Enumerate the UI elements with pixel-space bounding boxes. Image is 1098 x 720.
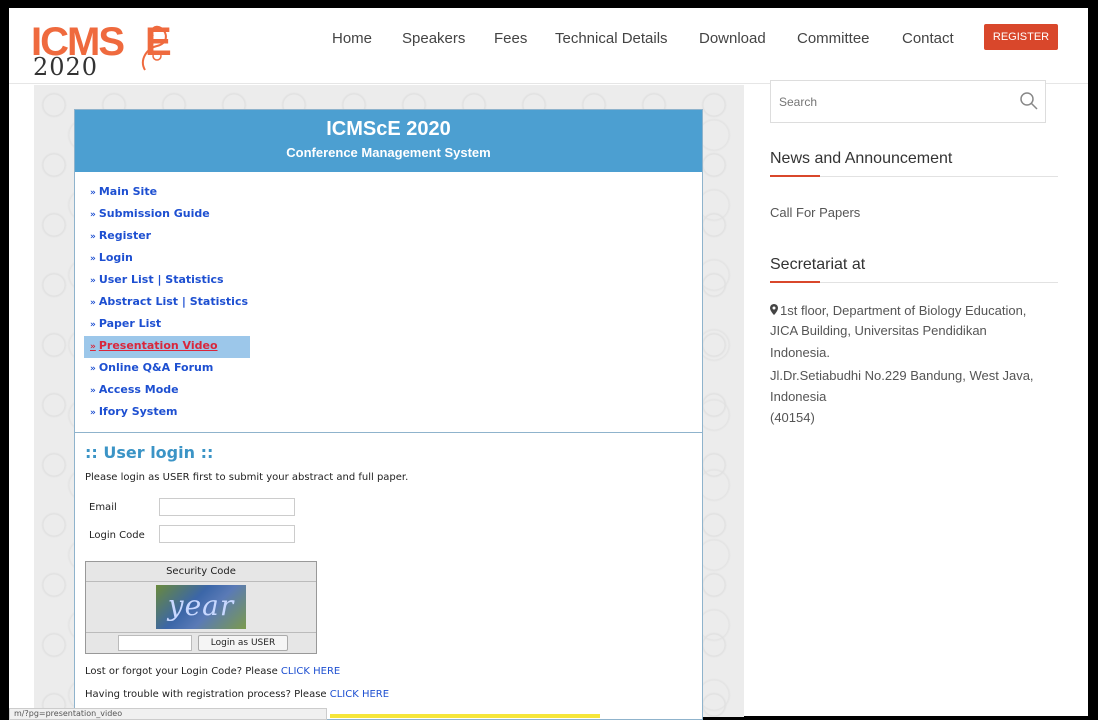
lost-code-line: Lost or forgot your Login Code? Please C… [85,666,340,677]
highlight-bar [330,714,600,718]
chevron-right-icon: » [90,386,96,396]
menu-label: Paper List [98,317,162,330]
login-code-field[interactable] [159,525,295,543]
menu-user-list[interactable]: » User List | Statistics [84,270,250,292]
menu-label: Presentation Video [98,339,218,352]
nav-home[interactable]: Home [332,30,372,47]
search-icon[interactable] [1019,91,1039,111]
news-heading: News and Announcement [770,150,953,167]
screen-frame-right [1088,0,1098,720]
chevron-right-icon: » [90,254,96,264]
logo-swirl-icon [141,25,167,71]
secretariat-rule-accent [770,281,820,283]
security-code-label: Security Code [86,562,316,582]
menu-label: Login [98,251,133,264]
chevron-right-icon: » [90,342,96,352]
chevron-right-icon: » [90,408,96,418]
login-code-label: Login Code [89,530,145,541]
captcha-footer: Login as USER [86,632,316,653]
address-line-6: (40154) [770,410,815,425]
nav-speakers[interactable]: Speakers [402,30,465,47]
registration-help-link[interactable]: CLICK HERE [330,689,389,700]
chevron-right-icon: » [90,320,96,330]
screen-frame-top [0,0,1098,8]
menu-online-qa-forum[interactable]: » Online Q&A Forum [84,358,250,380]
search-input[interactable] [779,93,1009,111]
email-field[interactable] [159,498,295,516]
captcha-box: Security Code year Login as USER [85,561,317,654]
menu-label: Online Q&A Forum [98,361,214,374]
email-label: Email [89,502,117,513]
logo-year: 2020 [33,53,99,81]
registration-help-text: Having trouble with registration process… [85,689,330,700]
address-line-4: Jl.Dr.Setiabudhi No.229 Bandung, West Ja… [770,368,1034,383]
registration-help-line: Having trouble with registration process… [85,689,389,700]
site-logo[interactable]: ICMS E 2020 [31,20,181,80]
browser-status-bar: m/?pg=presentation_video [9,708,327,720]
menu-main-site[interactable]: » Main Site [84,182,250,204]
screen-frame-left [0,0,9,720]
secretariat-heading: Secretariat at [770,256,866,273]
menu-label: Submission Guide [98,207,210,220]
cms-title: ICMScE 2020 [326,118,451,140]
site-header: ICMS E 2020 Home Speakers Fees Technical … [9,8,1088,84]
address-line-5: Indonesia [770,389,827,404]
menu-abstract-list[interactable]: » Abstract List | Statistics [84,292,250,314]
menu-register[interactable]: » Register [84,226,250,248]
lost-code-text: Lost or forgot your Login Code? Please [85,666,281,677]
cms-subtitle: Conference Management System [286,145,491,160]
menu-ifory-system[interactable]: » Ifory System [84,402,250,424]
address-line-3: Indonesia. [770,345,830,360]
menu-label: Main Site [98,185,158,198]
nav-committee[interactable]: Committee [797,30,870,47]
address-line-1: 1st floor, Department of Biology Educati… [770,301,1026,321]
cms-panel: ICMScE 2020 Conference Management System… [74,109,703,720]
lost-code-link[interactable]: CLICK HERE [281,666,340,677]
login-instructions: Please login as USER first to submit you… [85,472,409,483]
section-divider [75,432,702,433]
menu-access-mode[interactable]: » Access Mode [84,380,250,402]
login-heading: :: User login :: [85,443,214,462]
menu-submission-guide[interactable]: » Submission Guide [84,204,250,226]
map-pin-icon [770,304,778,315]
captcha-text: year [167,589,235,622]
nav-fees[interactable]: Fees [494,30,527,47]
chevron-right-icon: » [90,276,96,286]
news-item-link[interactable]: Call For Papers [770,203,860,223]
news-rule-accent [770,175,820,177]
nav-download[interactable]: Download [699,30,766,47]
chevron-right-icon: » [90,232,96,242]
cms-banner: ICMScE 2020 Conference Management System [75,110,702,172]
nav-contact[interactable]: Contact [902,30,954,47]
chevron-right-icon: » [90,364,96,374]
nav-technical-details[interactable]: Technical Details [555,30,668,47]
address-line-2: JICA Building, Universitas Pendidikan [770,323,987,338]
menu-login[interactable]: » Login [84,248,250,270]
captcha-input[interactable] [118,635,192,651]
menu-label: Register [98,229,152,242]
address-text: 1st floor, Department of Biology Educati… [780,303,1027,318]
chevron-right-icon: » [90,188,96,198]
menu-label: User List | Statistics [98,273,224,286]
login-as-user-button[interactable]: Login as USER [198,635,288,651]
menu-paper-list[interactable]: » Paper List [84,314,250,336]
menu-label: Access Mode [98,383,179,396]
chevron-right-icon: » [90,298,96,308]
captcha-image: year [156,585,246,629]
register-button[interactable]: REGISTER [984,24,1058,50]
menu-presentation-video[interactable]: » Presentation Video [84,336,250,358]
chevron-right-icon: » [90,210,96,220]
menu-label: Abstract List | Statistics [98,295,249,308]
menu-label: Ifory System [98,405,178,418]
search-box [770,80,1046,123]
